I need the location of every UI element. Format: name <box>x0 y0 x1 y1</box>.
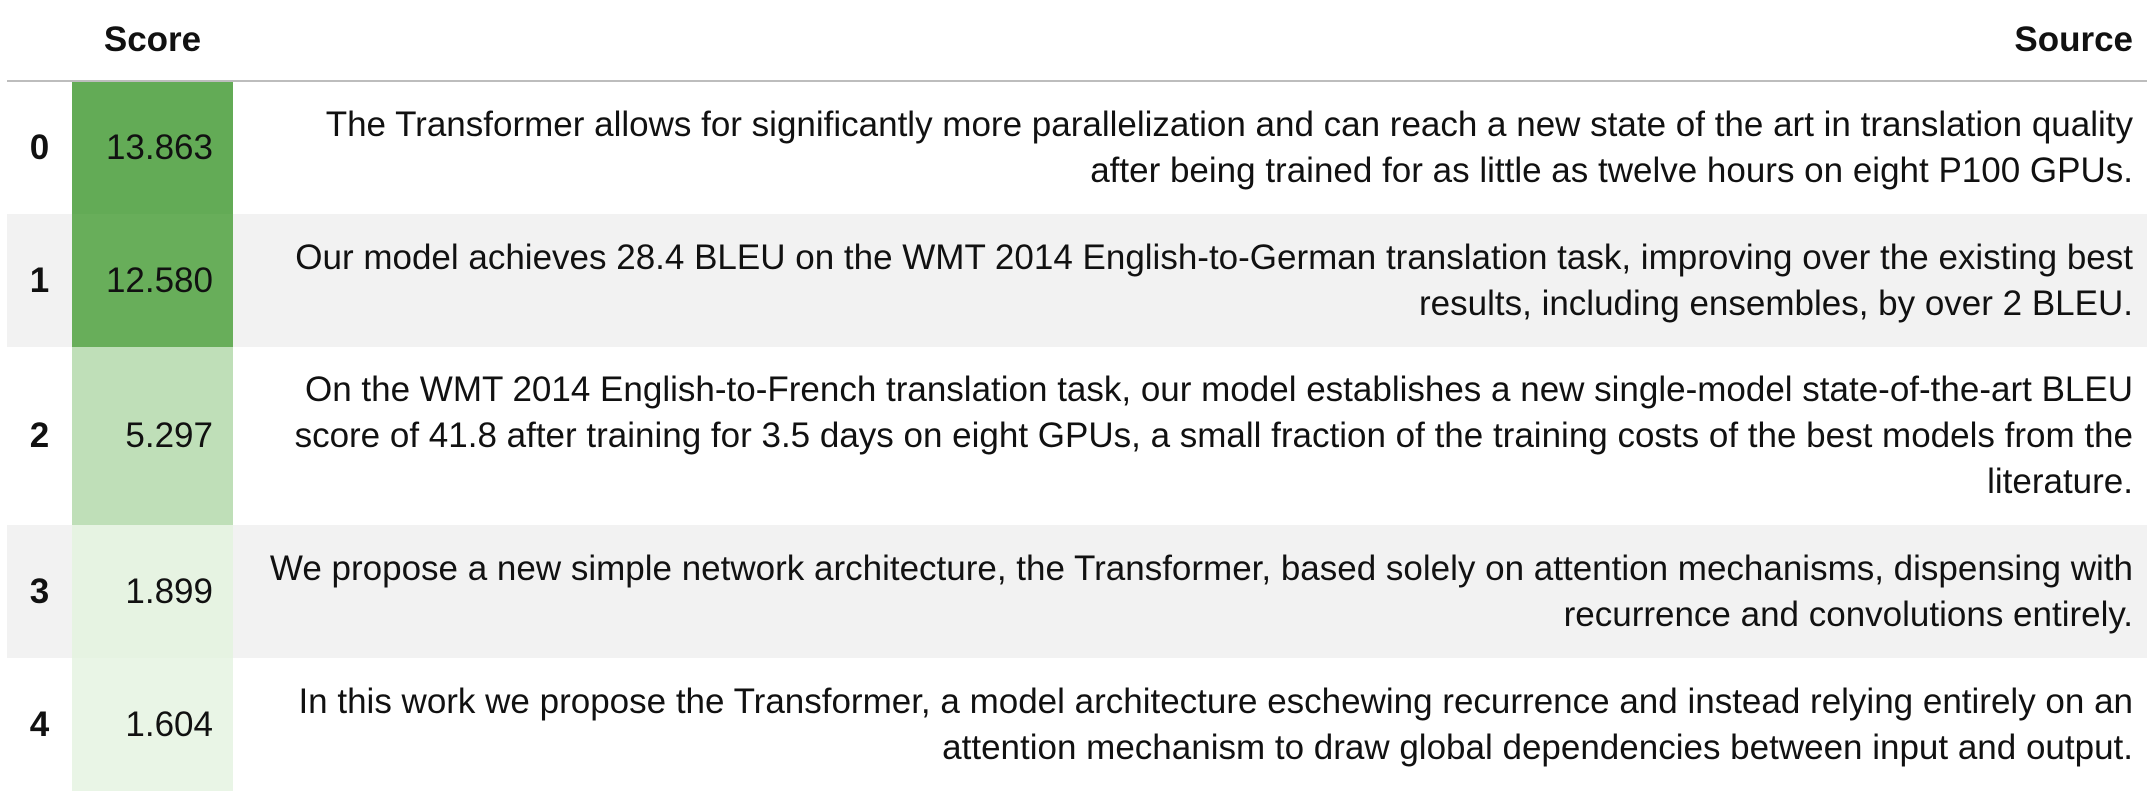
score-cell: 1.899 <box>72 525 233 658</box>
row-index: 3 <box>29 571 50 611</box>
score-cell: 1.604 <box>72 658 233 791</box>
row-index: 4 <box>29 704 50 744</box>
source-cell: Our model achieves 28.4 BLEU on the WMT … <box>295 237 2133 323</box>
row-index: 0 <box>29 128 50 167</box>
table-row: 4 1.604 In this work we propose the Tran… <box>7 658 2147 791</box>
source-header: Source <box>233 0 2147 82</box>
table-row: 1 12.580 Our model achieves 28.4 BLEU on… <box>7 214 2147 347</box>
table-row: 0 13.863 The Transformer allows for sign… <box>7 81 2147 214</box>
table-body: 0 13.863 The Transformer allows for sign… <box>7 81 2147 791</box>
table-row: 3 1.899 We propose a new simple network … <box>7 525 2147 658</box>
table-header: Score Source <box>7 0 2147 82</box>
header-row: Score Source <box>7 0 2147 82</box>
dataframe-table: Score Source 0 13.863 The Transformer al… <box>7 0 2147 791</box>
source-cell: On the WMT 2014 English-to-French transl… <box>294 370 2133 501</box>
row-index: 1 <box>29 260 50 300</box>
source-cell: The Transformer allows for significantly… <box>325 105 2133 190</box>
row-index: 2 <box>29 416 50 455</box>
dataframe-table-container: Score Source 0 13.863 The Transformer al… <box>7 0 2147 791</box>
score-cell: 5.297 <box>72 347 233 525</box>
source-cell: In this work we propose the Transformer,… <box>298 681 2133 767</box>
score-cell: 13.863 <box>72 81 233 214</box>
score-header: Score <box>72 0 233 82</box>
index-header <box>7 0 72 82</box>
source-cell: We propose a new simple network architec… <box>269 548 2133 634</box>
score-cell: 12.580 <box>72 214 233 347</box>
table-row: 2 5.297 On the WMT 2014 English-to-Frenc… <box>7 347 2147 525</box>
